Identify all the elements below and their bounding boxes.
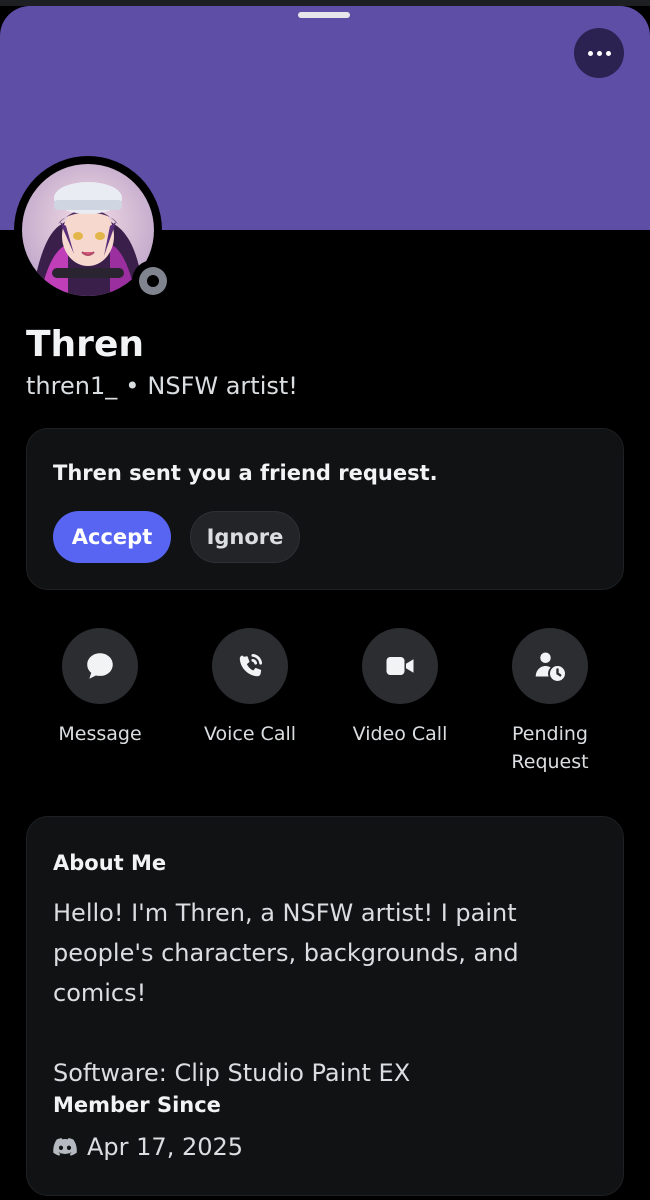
video-camera-icon [386, 657, 414, 675]
video-call-action[interactable]: Video Call [325, 628, 475, 748]
pending-request-label: Pending Request [511, 723, 589, 773]
voice-call-button[interactable] [212, 628, 288, 704]
more-icon [587, 50, 593, 56]
display-name: Thren [26, 324, 144, 365]
avatar-container[interactable] [14, 156, 174, 304]
pronoun-tag: NSFW artist! [147, 372, 298, 400]
video-call-button[interactable] [362, 628, 438, 704]
more-icon-dot [605, 50, 611, 56]
message-button[interactable] [62, 628, 138, 704]
more-icon-dot [596, 50, 602, 56]
profile-sheet: Thren thren1_ • NSFW artist! Thren sent yo… [0, 6, 650, 1200]
voice-call-action[interactable]: Voice Call [175, 628, 325, 748]
video-call-label: Video Call [352, 723, 448, 745]
about-me-heading: About Me [53, 851, 167, 875]
bio-software: Software: Clip Studio Paint EX [53, 1059, 411, 1087]
accept-button[interactable]: Accept [53, 511, 171, 563]
member-since-row: Apr 17, 2025 [53, 1133, 243, 1161]
pending-request-action[interactable]: Pending Request [475, 628, 625, 776]
tagline-separator: • [125, 372, 140, 400]
friend-request-card: Thren sent you a friend request. Accept … [26, 428, 624, 590]
voice-call-label: Voice Call [203, 723, 297, 745]
pending-user-icon [535, 652, 565, 681]
offline-status-icon [139, 267, 167, 295]
username[interactable]: thren1_ [26, 372, 117, 400]
about-me-bio: Hello! I'm Thren, a NSFW artist! I paint… [53, 893, 609, 1093]
about-me-card: About Me Hello! I'm Thren, a NSFW artist… [26, 816, 624, 1196]
message-label: Message [58, 723, 142, 745]
pending-request-button[interactable] [512, 628, 588, 704]
status-indicator [132, 260, 174, 302]
bio-paragraph: Hello! I'm Thren, a NSFW artist! I paint… [53, 899, 519, 1007]
message-action[interactable]: Message [25, 628, 175, 748]
member-since-date: Apr 17, 2025 [87, 1133, 244, 1161]
friend-request-message: Thren sent you a friend request. [53, 461, 438, 485]
sheet-drag-handle[interactable] [298, 12, 350, 18]
ignore-button[interactable]: Ignore [190, 511, 300, 563]
discord-logo-icon [53, 1138, 77, 1156]
more-options-button[interactable] [574, 28, 624, 78]
chat-bubble-icon [87, 653, 113, 679]
profile-tagline: thren1_ • NSFW artist! [26, 372, 298, 400]
phone-call-icon [239, 653, 263, 677]
member-since-heading: Member Since [53, 1093, 221, 1117]
